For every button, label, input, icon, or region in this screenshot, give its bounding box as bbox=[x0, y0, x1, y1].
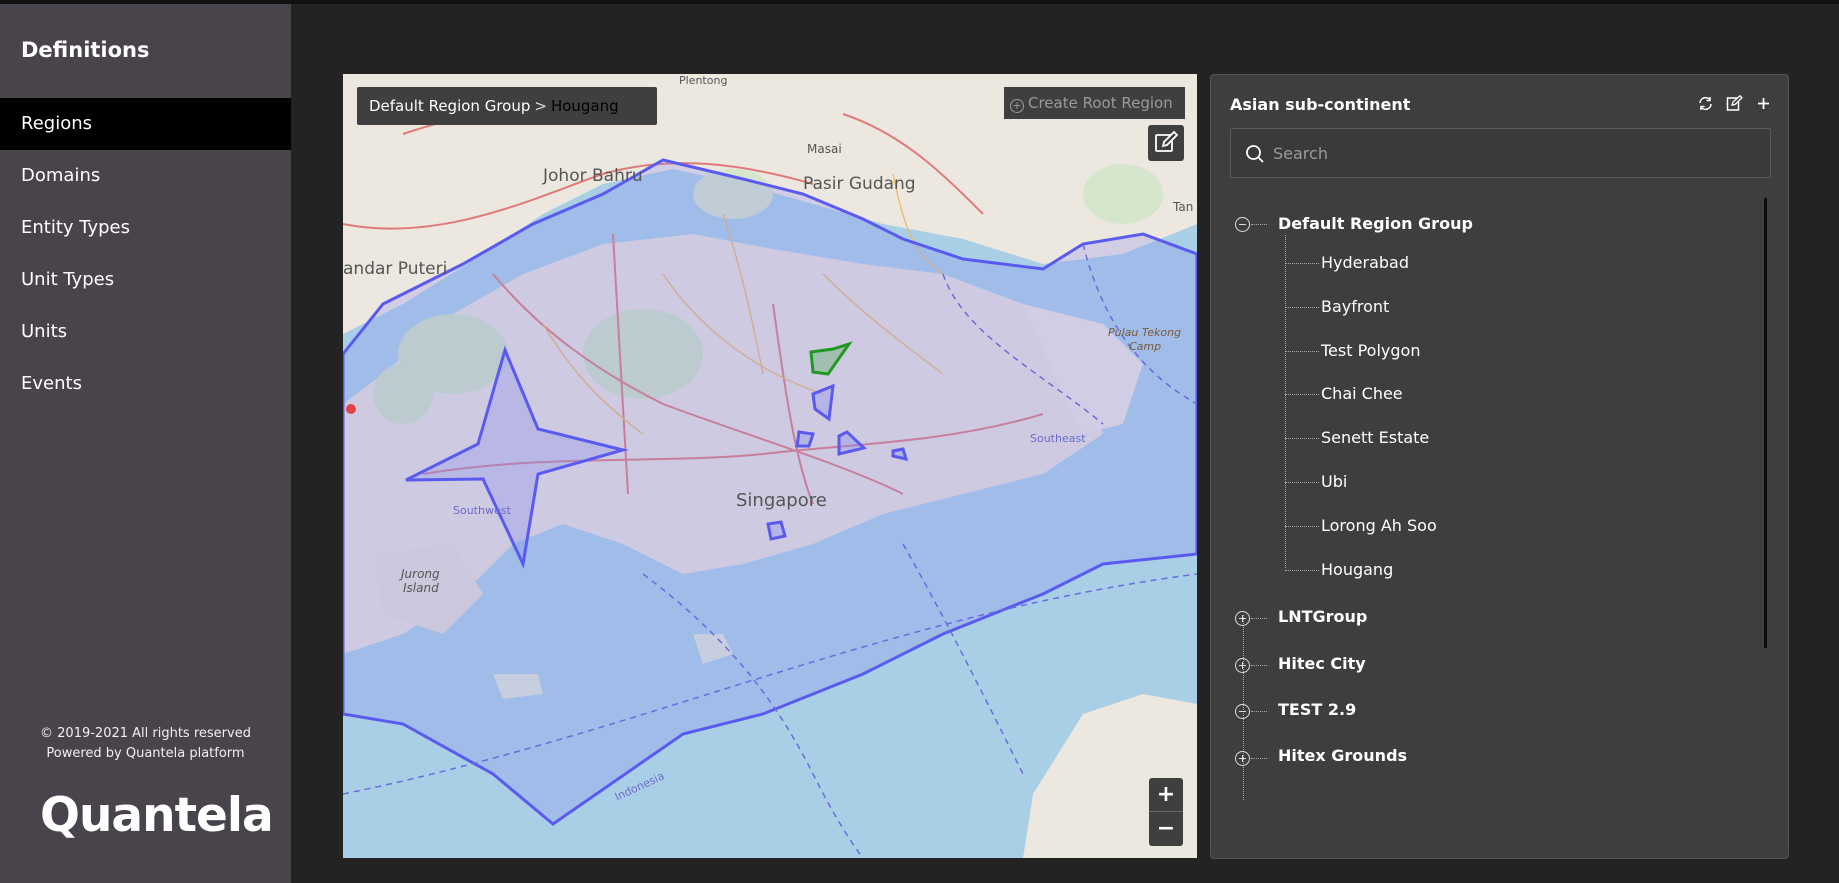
map-label-bandar-puteri: andar Puteri bbox=[343, 259, 448, 279]
sidebar-nav: Regions Domains Entity Types Unit Types … bbox=[0, 98, 291, 410]
zoom-control: + − bbox=[1149, 778, 1183, 846]
breadcrumb-separator: > bbox=[534, 97, 547, 115]
zoom-in-button[interactable]: + bbox=[1149, 778, 1183, 812]
tree-group-default-region-group[interactable]: Default Region Group bbox=[1278, 214, 1473, 233]
map-label-pulau-tekong-2: Camp bbox=[1129, 340, 1162, 353]
tree-item-senett-estate[interactable]: Senett Estate bbox=[1321, 428, 1429, 447]
map-label-masai: Masai bbox=[807, 142, 842, 156]
expand-icon[interactable] bbox=[1235, 611, 1250, 626]
sidebar-item-domains[interactable]: Domains bbox=[0, 150, 291, 202]
map-label-tan: Tan bbox=[1173, 200, 1194, 214]
sidebar-item-regions[interactable]: Regions bbox=[0, 98, 291, 150]
tree-group-test-2-9[interactable]: TEST 2.9 bbox=[1278, 700, 1356, 719]
plus-circle-icon: + bbox=[1010, 99, 1024, 113]
tree-group-hitex-grounds[interactable]: Hitex Grounds bbox=[1278, 746, 1407, 765]
tree-item-chai-chee[interactable]: Chai Chee bbox=[1321, 384, 1403, 403]
map-view[interactable]: Johor Bahru Pasir Gudang andar Puteri Si… bbox=[343, 74, 1197, 858]
map-edit-button[interactable] bbox=[1148, 125, 1184, 161]
create-root-region-button[interactable]: + Create Root Region bbox=[1004, 87, 1185, 119]
breadcrumb: Default Region Group > Hougang bbox=[357, 87, 657, 125]
sidebar-item-unit-types[interactable]: Unit Types bbox=[0, 254, 291, 306]
expand-icon[interactable] bbox=[1235, 751, 1250, 766]
map-label-jurong-1: Jurong bbox=[401, 567, 440, 581]
map-label-southeast: Southeast bbox=[1030, 432, 1086, 445]
tree-item-lorong-ah-soo[interactable]: Lorong Ah Soo bbox=[1321, 516, 1437, 535]
tree-item-ubi[interactable]: Ubi bbox=[1321, 472, 1347, 491]
map-canvas bbox=[343, 74, 1197, 858]
collapse-icon[interactable] bbox=[1235, 217, 1250, 232]
breadcrumb-current: Hougang bbox=[550, 97, 619, 115]
map-label-pasir-gudang: Pasir Gudang bbox=[803, 174, 916, 194]
tree-item-hyderabad[interactable]: Hyderabad bbox=[1321, 253, 1409, 272]
tree-item-test-polygon[interactable]: Test Polygon bbox=[1321, 341, 1420, 360]
region-small-5 bbox=[766, 520, 787, 541]
map-marker bbox=[346, 404, 356, 414]
breadcrumb-root[interactable]: Default Region Group bbox=[369, 97, 530, 115]
tree-item-hougang[interactable]: Hougang bbox=[1321, 560, 1393, 579]
map-park-northeast bbox=[1083, 164, 1163, 224]
tree-group-lntgroup[interactable]: LNTGroup bbox=[1278, 607, 1367, 626]
tree-scrollbar[interactable] bbox=[1764, 198, 1767, 648]
quantela-logo: Quantela bbox=[40, 788, 274, 843]
collapse-icon[interactable] bbox=[1235, 704, 1250, 719]
tree-group-hitec-city[interactable]: Hitec City bbox=[1278, 654, 1366, 673]
sidebar-item-units[interactable]: Units bbox=[0, 306, 291, 358]
region-small-2 bbox=[795, 430, 815, 448]
edit-icon bbox=[1155, 130, 1179, 152]
region-small-4 bbox=[891, 447, 909, 462]
zoom-out-button[interactable]: − bbox=[1149, 812, 1183, 846]
create-root-region-label: Create Root Region bbox=[1028, 94, 1173, 112]
tree-item-bayfront[interactable]: Bayfront bbox=[1321, 297, 1389, 316]
powered-by-text: Powered by Quantela platform bbox=[46, 746, 245, 761]
region-tree-panel: Asian sub-continent Default Region Group… bbox=[1210, 74, 1789, 859]
map-label-johor-bahru: Johor Bahru bbox=[543, 166, 643, 186]
map-label-singapore: Singapore bbox=[736, 490, 827, 511]
map-label-jurong-2: Island bbox=[403, 581, 439, 595]
sidebar-title: Definitions bbox=[21, 38, 150, 62]
sidebar: Definitions Regions Domains Entity Types… bbox=[0, 4, 291, 883]
map-label-southwest: Southwest bbox=[453, 504, 511, 517]
sidebar-item-entity-types[interactable]: Entity Types bbox=[0, 202, 291, 254]
sidebar-item-events[interactable]: Events bbox=[0, 358, 291, 410]
copyright-text: © 2019-2021 All rights reserved bbox=[40, 726, 251, 741]
region-tree: Default Region Group Hyderabad Bayfront … bbox=[1211, 75, 1790, 860]
map-label-plentong: Plentong bbox=[679, 74, 728, 87]
expand-icon[interactable] bbox=[1235, 658, 1250, 673]
map-label-pulau-tekong-1: Pulau Tekong bbox=[1108, 326, 1182, 339]
sidebar-footer: © 2019-2021 All rights reserved Powered … bbox=[0, 724, 291, 764]
